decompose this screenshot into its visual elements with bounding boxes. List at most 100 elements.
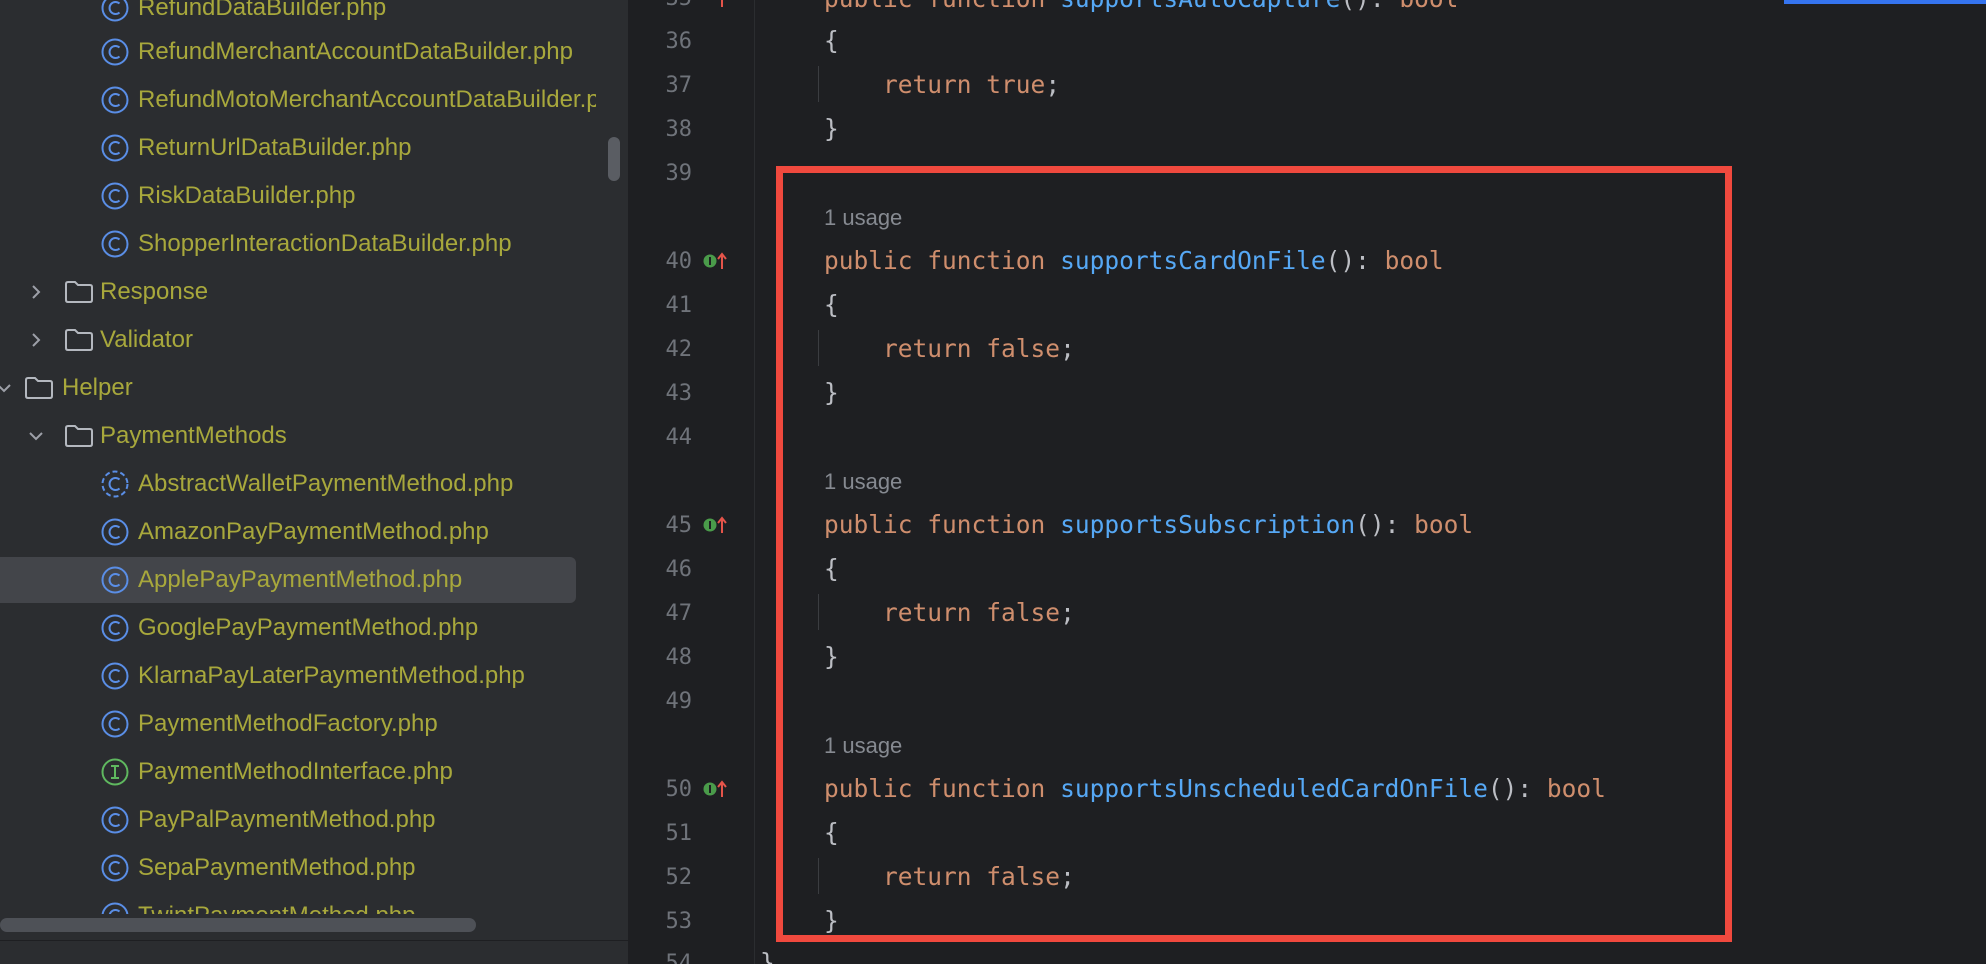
class-icon bbox=[101, 38, 129, 66]
highlight-annotation-box bbox=[776, 166, 1732, 942]
close-brace: } bbox=[824, 114, 839, 143]
class-icon bbox=[101, 0, 129, 22]
tree-item-label: ReturnUrlDataBuilder.php bbox=[138, 134, 412, 161]
line-number: 46 bbox=[665, 557, 693, 582]
line-number: 54 bbox=[665, 951, 693, 964]
tree-horizontal-scrollbar[interactable] bbox=[0, 918, 476, 932]
line-number: 35 bbox=[630, 0, 693, 11]
line-number: 52 bbox=[665, 865, 693, 890]
class-icon bbox=[101, 518, 129, 546]
class-icon bbox=[101, 614, 129, 642]
chevron-right-icon[interactable] bbox=[22, 326, 50, 354]
function-name: supportsAutoCapture bbox=[1060, 0, 1340, 13]
tree-item-selected[interactable]: ApplePayPaymentMethod.php bbox=[0, 556, 628, 604]
tree-item-label: RefundMotoMerchantAccountDataBuilder.php bbox=[138, 86, 596, 113]
class-icon bbox=[101, 710, 129, 738]
folder-icon bbox=[65, 425, 93, 447]
tree-item[interactable]: PaymentMethodInterface.php bbox=[0, 748, 628, 796]
divider bbox=[0, 940, 628, 941]
punctuation: (): bbox=[1340, 0, 1399, 13]
tree-item-label: AbstractWalletPaymentMethod.php bbox=[138, 470, 514, 497]
tree-item[interactable]: GooglePayPaymentMethod.php bbox=[0, 604, 628, 652]
keyword-return: return bbox=[883, 70, 972, 99]
tree-item[interactable]: PaymentMethodFactory.php bbox=[0, 700, 628, 748]
tree-item-label: PayPalPaymentMethod.php bbox=[138, 806, 436, 833]
tree-item[interactable]: AbstractWalletPaymentMethod.php bbox=[0, 460, 628, 508]
line-number: 41 bbox=[665, 293, 693, 318]
tree-item[interactable]: RefundMotoMerchantAccountDataBuilder.php bbox=[0, 76, 628, 124]
implements-marker-icon[interactable] bbox=[702, 250, 736, 272]
tree-item[interactable]: KlarnaPayLaterPaymentMethod.php bbox=[0, 652, 628, 700]
implements-marker-icon[interactable] bbox=[702, 778, 736, 800]
tree-item[interactable]: ShopperInteractionDataBuilder.php bbox=[0, 220, 628, 268]
tree-item-label: Helper bbox=[62, 374, 133, 401]
tree-item[interactable]: RefundMerchantAccountDataBuilder.php bbox=[0, 28, 628, 76]
line-number: 40 bbox=[665, 249, 693, 274]
tree-item-label: PaymentMethods bbox=[100, 422, 287, 449]
interface-icon bbox=[101, 758, 129, 786]
chevron-right-icon[interactable] bbox=[22, 278, 50, 306]
code-editor[interactable]: 35 public function supportsAutoCapture()… bbox=[630, 0, 1986, 964]
tree-item-label: SepaPaymentMethod.php bbox=[138, 854, 416, 881]
literal-true: true bbox=[986, 70, 1046, 99]
open-brace: { bbox=[824, 26, 839, 55]
chevron-down-icon[interactable] bbox=[22, 422, 50, 450]
tree-item-label: Validator bbox=[100, 326, 193, 353]
tree-folder-response[interactable]: Response bbox=[0, 268, 628, 316]
tree-item-label: Response bbox=[100, 278, 209, 305]
tree-item[interactable]: TwintPaymentMethod.php bbox=[0, 892, 628, 914]
keyword-function: function bbox=[927, 0, 1045, 13]
tree-item[interactable]: SepaPaymentMethod.php bbox=[0, 844, 628, 892]
class-icon bbox=[101, 566, 129, 594]
line-number: 53 bbox=[665, 909, 693, 934]
chevron-down-icon[interactable] bbox=[0, 374, 18, 402]
folder-icon bbox=[25, 377, 53, 399]
abstract-class-icon bbox=[101, 470, 129, 498]
return-type: bool bbox=[1399, 0, 1458, 13]
tree-item-label: TwintPaymentMethod.php bbox=[138, 902, 416, 914]
gutter-separator bbox=[754, 0, 755, 964]
line-number: 51 bbox=[665, 821, 693, 846]
class-icon bbox=[101, 230, 129, 258]
class-icon bbox=[101, 902, 129, 914]
code-line-37: return true; bbox=[824, 70, 1060, 99]
tree-item[interactable]: ReturnUrlDataBuilder.php bbox=[0, 124, 628, 172]
close-brace: } bbox=[760, 948, 775, 964]
line-number: 36 bbox=[665, 29, 693, 54]
code-line-54: } bbox=[760, 948, 775, 964]
override-marker-icon[interactable] bbox=[702, 0, 736, 10]
active-indicator bbox=[1784, 0, 1986, 4]
tree-item-label: AmazonPayPaymentMethod.php bbox=[138, 518, 489, 545]
line-number: 50 bbox=[665, 777, 693, 802]
tree-vertical-scrollbar[interactable] bbox=[608, 137, 620, 181]
code-line-38: } bbox=[824, 114, 839, 143]
class-icon bbox=[101, 662, 129, 690]
class-icon bbox=[101, 806, 129, 834]
implements-marker-icon[interactable] bbox=[702, 514, 736, 536]
tree-item[interactable]: RiskDataBuilder.php bbox=[0, 172, 628, 220]
tree-item[interactable]: AmazonPayPaymentMethod.php bbox=[0, 508, 628, 556]
tree-item-label: PaymentMethodFactory.php bbox=[138, 710, 438, 737]
line-number: 49 bbox=[665, 689, 693, 714]
tree-item-label: RiskDataBuilder.php bbox=[138, 182, 356, 209]
line-number: 39 bbox=[665, 161, 693, 186]
class-icon bbox=[101, 134, 129, 162]
line-number: 47 bbox=[665, 601, 693, 626]
line-number: 43 bbox=[665, 381, 693, 406]
folder-icon bbox=[65, 281, 93, 303]
tree-item[interactable]: PayPalPaymentMethod.php bbox=[0, 796, 628, 844]
tree-folder-payment-methods[interactable]: PaymentMethods bbox=[0, 412, 628, 460]
tree-item-label: RefundMerchantAccountDataBuilder.php bbox=[138, 38, 573, 65]
code-line-36: { bbox=[824, 26, 839, 55]
tree-folder-validator[interactable]: Validator bbox=[0, 316, 628, 364]
line-number: 45 bbox=[665, 513, 693, 538]
line-number: 44 bbox=[665, 425, 693, 450]
tree-item-label: PaymentMethodInterface.php bbox=[138, 758, 453, 785]
tree-item-label: RefundDataBuilder.php bbox=[138, 0, 387, 21]
line-number: 38 bbox=[665, 117, 693, 142]
line-number: 42 bbox=[665, 337, 693, 362]
indent-guide bbox=[818, 66, 819, 102]
tree-item-label: ShopperInteractionDataBuilder.php bbox=[138, 230, 512, 257]
tree-folder-helper[interactable]: Helper bbox=[0, 364, 628, 412]
tree-item-label: GooglePayPaymentMethod.php bbox=[138, 614, 479, 641]
